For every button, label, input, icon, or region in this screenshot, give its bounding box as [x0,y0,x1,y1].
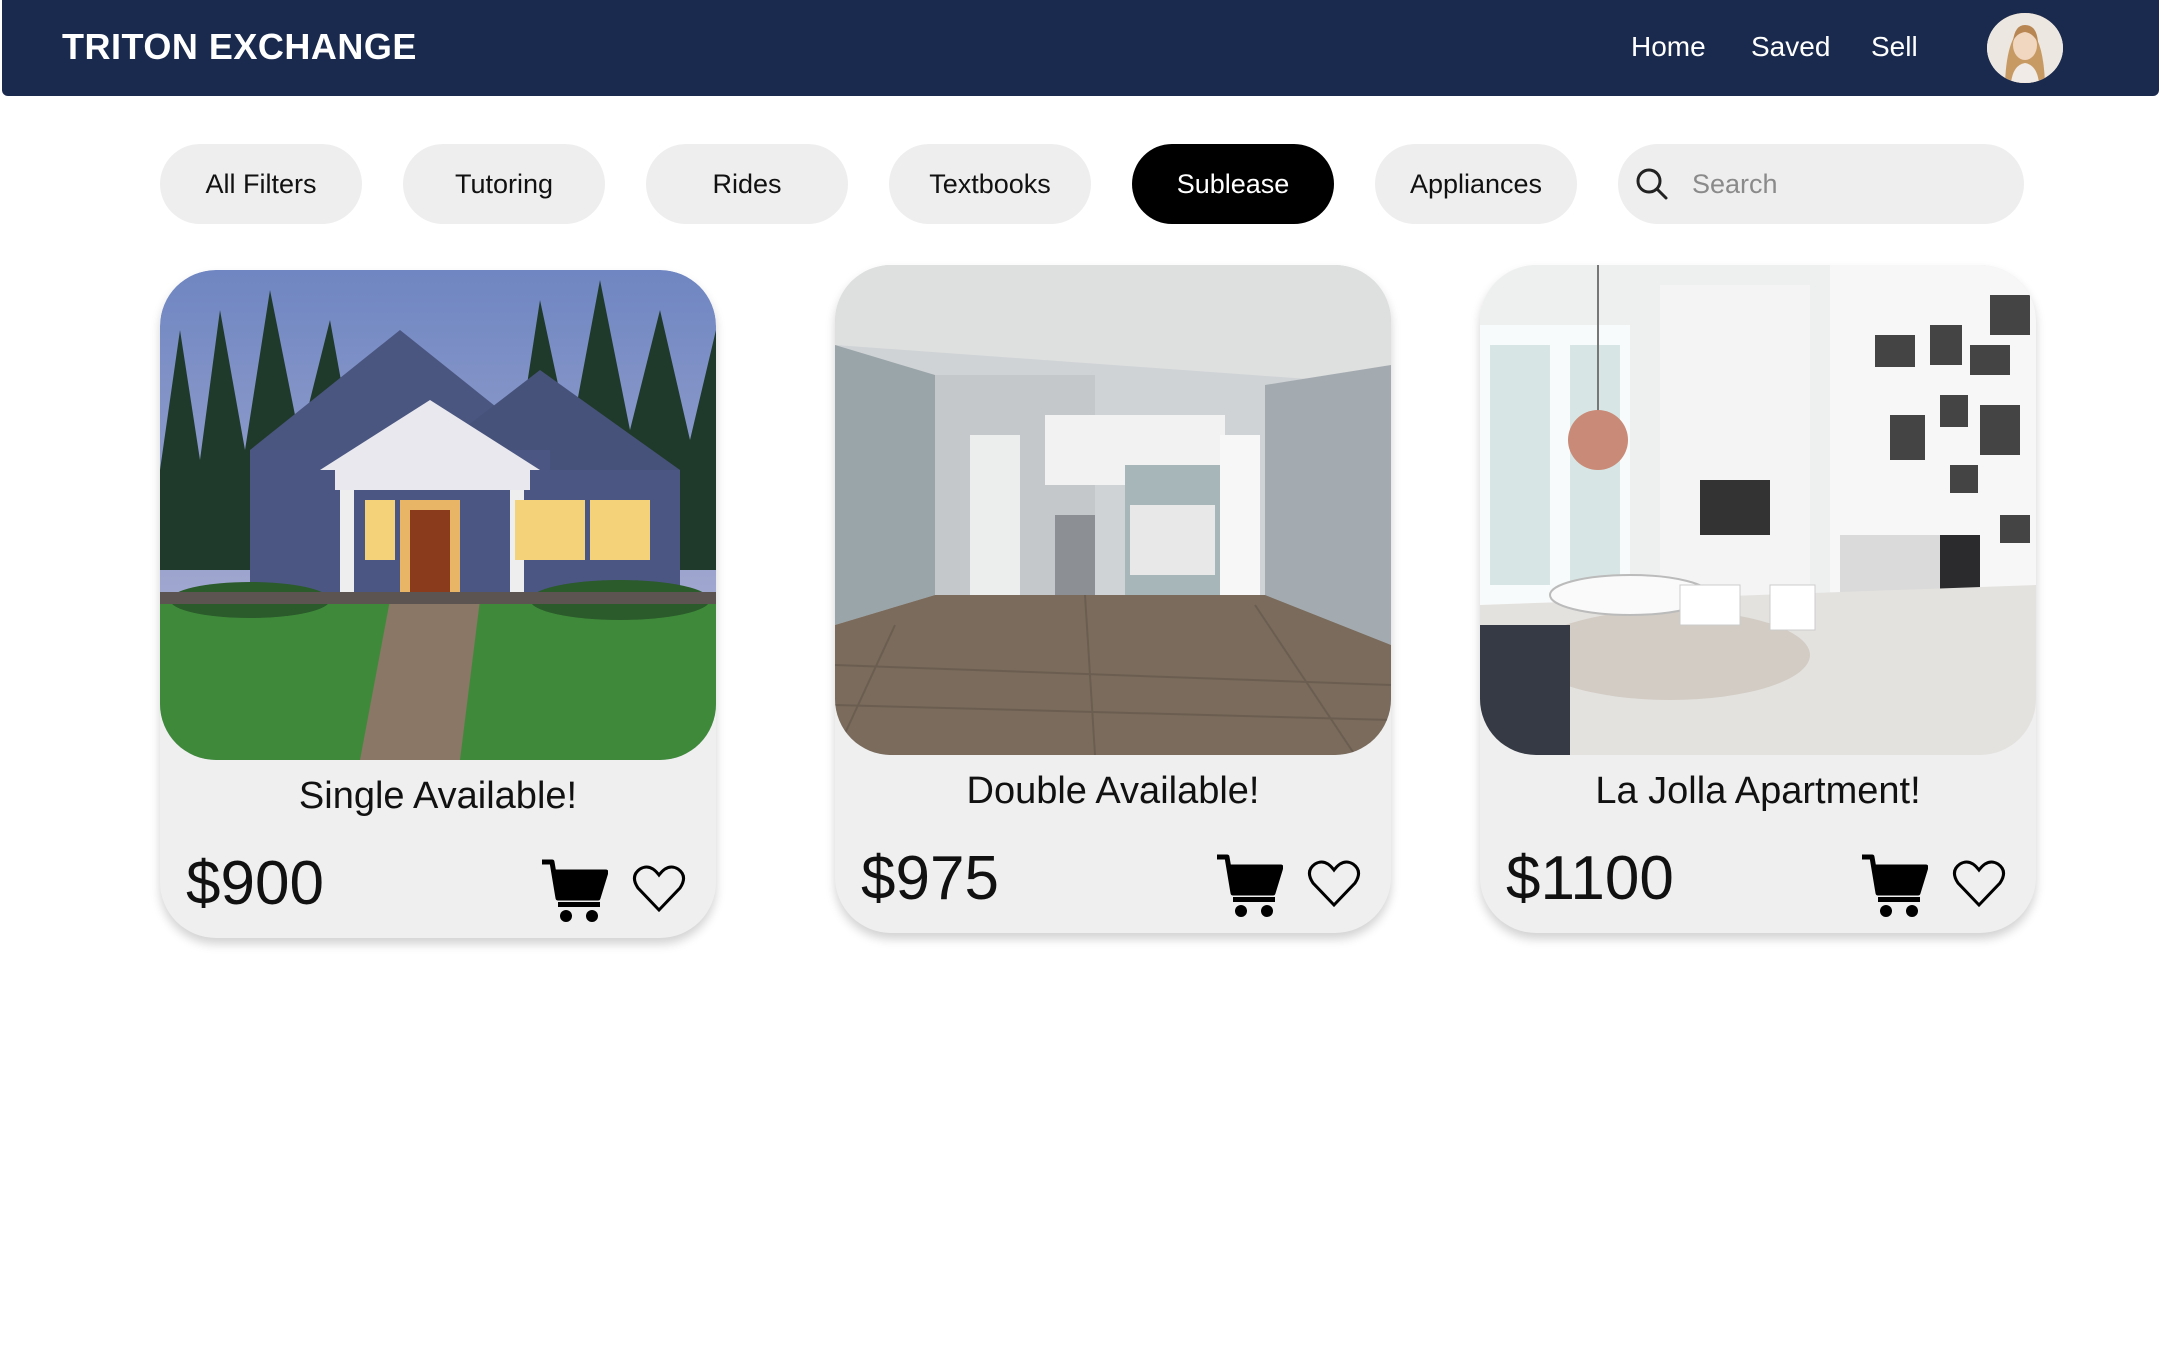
filter-textbooks[interactable]: Textbooks [889,144,1091,224]
apartment-interior-image [835,265,1391,755]
heart-icon [1953,860,2005,908]
save-heart-button[interactable] [1952,857,2006,911]
cart-icon [1862,854,1928,917]
nav-sell-link[interactable]: Sell [1871,31,1918,63]
filter-tutoring[interactable]: Tutoring [403,144,605,224]
filter-appliances[interactable]: Appliances [1375,144,1577,224]
listing-card[interactable]: La Jolla Apartment! $1100 [1480,265,2036,933]
avatar-icon [1987,13,2063,83]
heart-icon [633,865,685,913]
listing-image-double[interactable] [835,265,1391,755]
filter-sublease[interactable]: Sublease [1132,144,1334,224]
cart-icon [1217,854,1283,917]
top-navbar: TRITON EXCHANGE Home Saved Sell [2,0,2159,96]
listing-title: Single Available! [298,775,578,817]
listing-card[interactable]: Double Available! $975 [835,265,1391,933]
brand-logo[interactable]: TRITON EXCHANGE [62,26,417,68]
living-room-image [1480,265,2036,755]
add-to-cart-button[interactable] [1215,853,1283,919]
add-to-cart-button[interactable] [540,858,608,924]
listing-title: Double Available! [966,770,1260,812]
add-to-cart-button[interactable] [1860,853,1928,919]
listing-price: $1100 [1506,844,1674,913]
heart-icon [1308,860,1360,908]
house-exterior-image [160,270,716,760]
save-heart-button[interactable] [1307,857,1361,911]
nav-home-link[interactable]: Home [1631,31,1706,63]
listing-image-house[interactable] [160,270,716,760]
nav-saved-link[interactable]: Saved [1751,31,1830,63]
cart-icon [542,859,608,922]
listing-title: La Jolla Apartment! [1595,770,1921,812]
filter-rides[interactable]: Rides [646,144,848,224]
listing-price: $975 [861,844,999,913]
search-input[interactable] [1692,168,1992,200]
search-icon [1636,168,1668,200]
listing-image-la-jolla[interactable] [1480,265,2036,755]
save-heart-button[interactable] [632,862,686,916]
user-avatar[interactable] [1987,13,2063,83]
listing-price: $900 [186,849,324,918]
filter-all-filters[interactable]: All Filters [160,144,362,224]
search-box[interactable] [1618,144,2024,224]
listing-card[interactable]: Single Available! $900 [160,270,716,938]
